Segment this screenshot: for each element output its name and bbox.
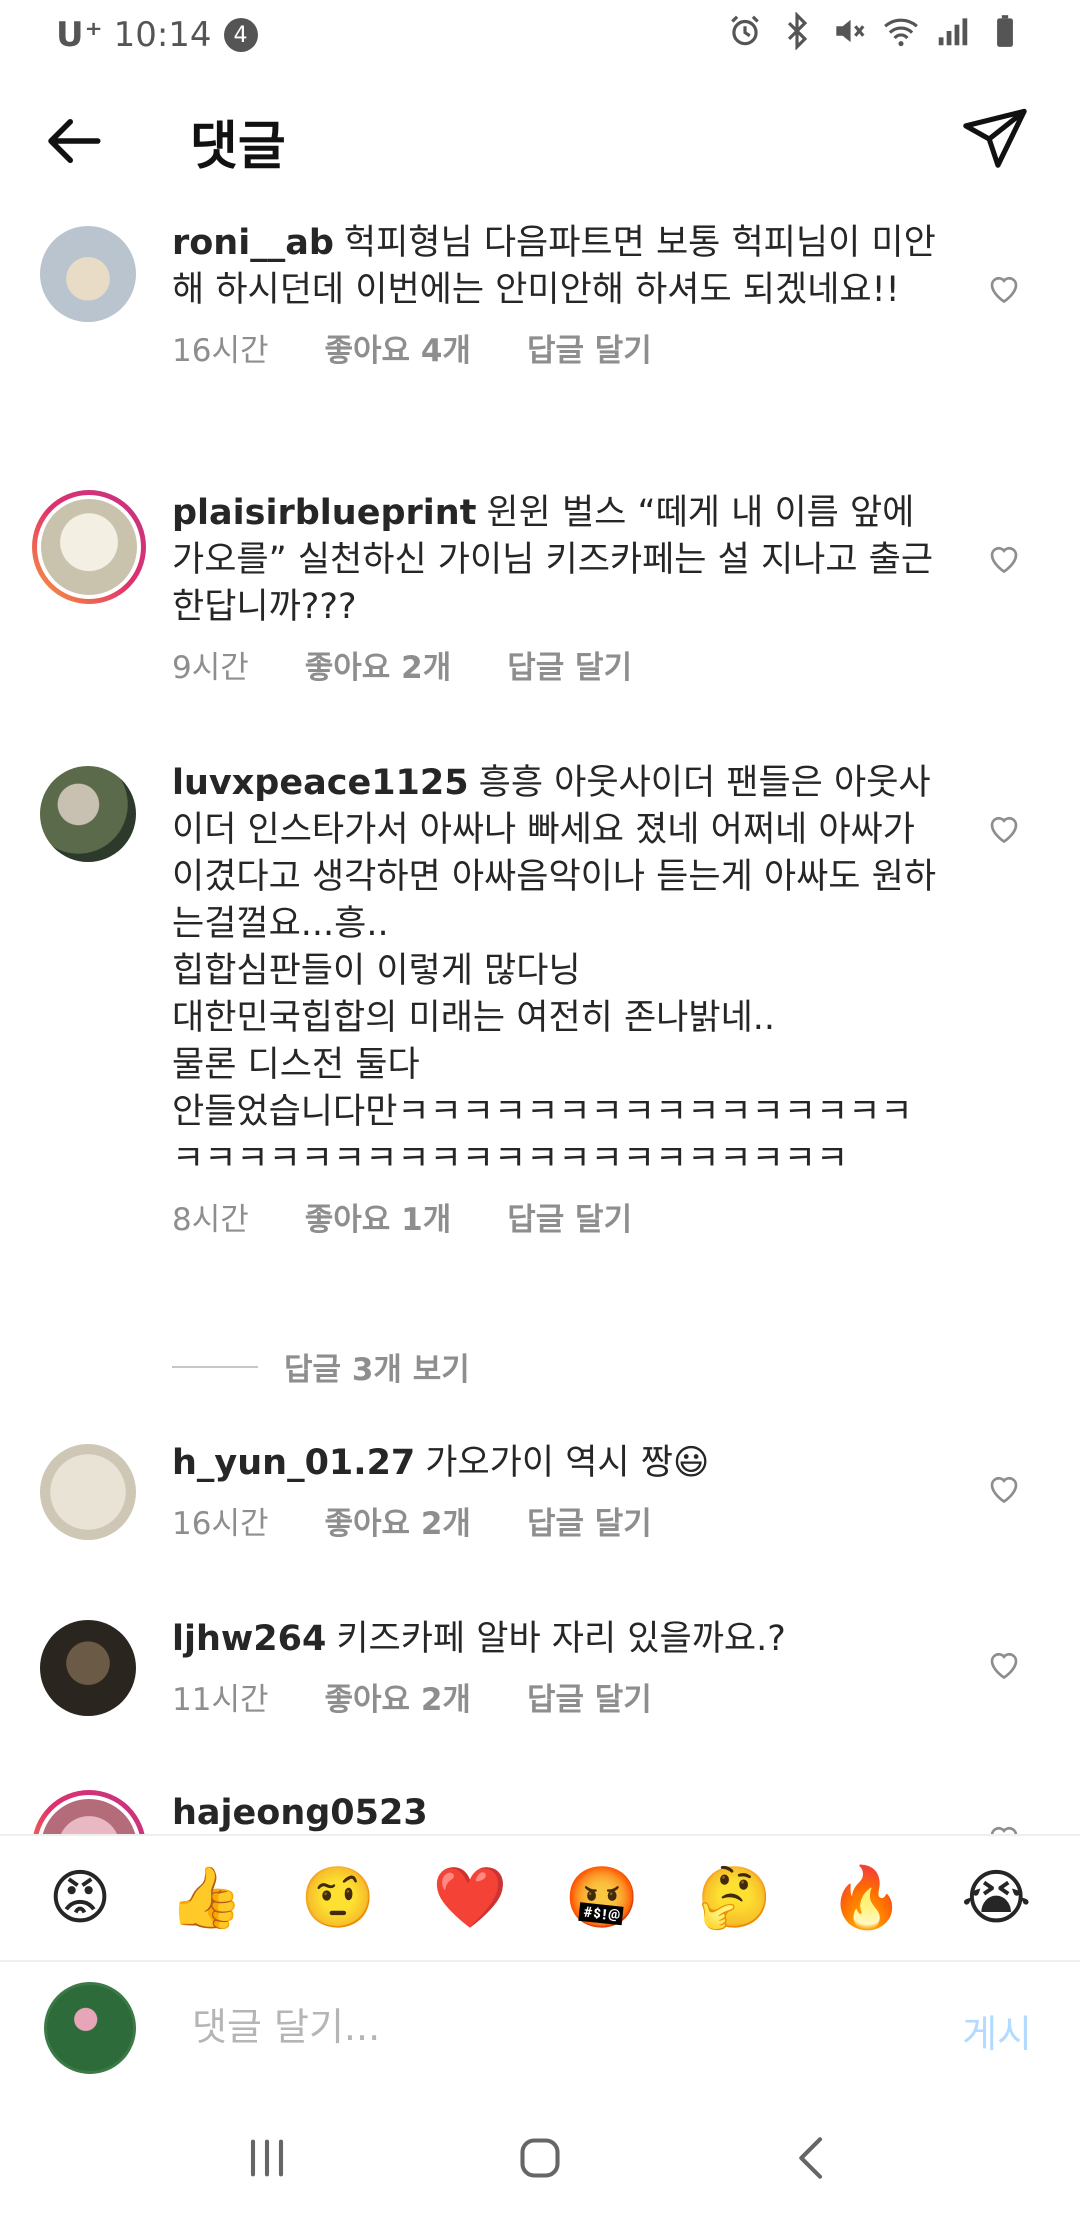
share-button[interactable]: [960, 104, 1030, 174]
system-nav-bar: [0, 2100, 1080, 2220]
emoji-thinking[interactable]: 🤔: [697, 1868, 772, 1928]
heart-icon[interactable]: [986, 1820, 1022, 1834]
comment-text: 가오가이 역시 짱😃: [425, 1443, 710, 1483]
avatar[interactable]: [32, 490, 146, 604]
carrier-label: U⁺: [56, 15, 104, 55]
mute-icon: [830, 12, 868, 59]
comment-text: 흥흥 아웃사이더 팬들은 아웃사이더 인스타가서 아싸나 빠세요 졌네 어쩌네 …: [172, 763, 937, 1179]
comment-likes[interactable]: 좋아요 2개: [325, 1677, 471, 1724]
recent-apps-icon: [250, 2139, 283, 2177]
avatar[interactable]: [40, 766, 136, 862]
emoji-crying[interactable]: 😭: [961, 1868, 1031, 1928]
heart-icon[interactable]: [986, 270, 1022, 306]
status-bar: U⁺ 10:14 4: [0, 0, 1080, 70]
bluetooth-icon: [778, 10, 816, 59]
comment-likes[interactable]: 좋아요 1개: [305, 1197, 451, 1244]
comment-time: 9시간: [172, 650, 249, 686]
recent-apps-button[interactable]: [239, 2130, 295, 2190]
comment-time: 16시간: [172, 333, 269, 369]
signal-icon: [934, 12, 972, 59]
header: 댓글: [0, 90, 1080, 186]
comment-time: 16시간: [172, 1506, 269, 1542]
comment-username[interactable]: plaisirblueprint: [172, 493, 476, 533]
comment-body: plaisirblueprint 윈윈 벌스 “떼게 내 이름 앞에 가오를” 실…: [172, 490, 942, 692]
emoji-raised-eyebrow[interactable]: 🤨: [301, 1868, 376, 1928]
comment-list[interactable]: roni__ab 헉피형님 다음파트면 보통 헉피님이 미안해 하시던데 이번에는…: [0, 200, 1080, 1834]
comment-body: roni__ab 헉피형님 다음파트면 보통 헉피님이 미안해 하시던데 이번에는…: [172, 220, 942, 375]
comment-meta: 8시간 좋아요 1개 답글 달기: [172, 1197, 942, 1244]
avatar[interactable]: [32, 1790, 146, 1834]
heart-icon[interactable]: [986, 1470, 1022, 1506]
heart-icon[interactable]: [986, 540, 1022, 576]
emoji-thumbs-up[interactable]: 👍: [169, 1868, 244, 1928]
home-button[interactable]: [512, 2130, 568, 2190]
reply-button[interactable]: 답글 달기: [527, 328, 652, 375]
comment-body: h_yun_01.27 가오가이 역시 짱😃 16시간 좋아요 2개 답글 달기: [172, 1440, 942, 1548]
emoji-angry[interactable]: 😡: [49, 1868, 112, 1928]
avatar[interactable]: [40, 226, 136, 322]
comment-time: 8시간: [172, 1202, 249, 1238]
arrow-left-icon: [48, 119, 101, 163]
comment-likes[interactable]: 좋아요 2개: [325, 1501, 471, 1548]
emoji-heart[interactable]: ❤️: [433, 1868, 508, 1928]
system-back-button[interactable]: [785, 2130, 841, 2190]
comment-input[interactable]: [190, 1992, 910, 2062]
my-avatar: [44, 1982, 136, 2074]
clock: 10:14: [113, 15, 212, 55]
comment-body: luvxpeace1125 흥흥 아웃사이더 팬들은 아웃사이더 인스타가서 아싸…: [172, 760, 942, 1244]
emoji-quick-bar: 😡 👍 🤨 ❤️ 🤬 🤔 🔥 😭: [0, 1834, 1080, 1962]
comment-composer: 게시: [0, 1962, 1080, 2100]
comment-time: 11시간: [172, 1682, 269, 1718]
emoji-fire[interactable]: 🔥: [829, 1868, 904, 1928]
reply-button[interactable]: 답글 달기: [507, 1197, 632, 1244]
comment-username[interactable]: roni__ab: [172, 223, 334, 263]
avatar[interactable]: [40, 1620, 136, 1716]
reply-button[interactable]: 답글 달기: [527, 1677, 652, 1724]
comment-likes[interactable]: 좋아요 2개: [305, 645, 451, 692]
wifi-icon: [882, 12, 920, 59]
heart-icon[interactable]: [986, 1646, 1022, 1682]
heart-icon[interactable]: [986, 810, 1022, 846]
view-replies-button[interactable]: 답글 3개 보기: [172, 1344, 470, 1389]
reply-button[interactable]: 답글 달기: [527, 1501, 652, 1548]
view-replies-label: 답글 3개 보기: [284, 1352, 470, 1388]
comment-meta: 11시간 좋아요 2개 답글 달기: [172, 1677, 942, 1724]
comment-meta: 9시간 좋아요 2개 답글 달기: [172, 645, 942, 692]
comment-body: hajeong0523: [172, 1790, 942, 1834]
comment-meta: 16시간 좋아요 4개 답글 달기: [172, 328, 942, 375]
alarm-icon: [726, 12, 764, 59]
comment-username[interactable]: luvxpeace1125: [172, 763, 469, 803]
comment-username[interactable]: ljhw264: [172, 1619, 326, 1659]
comment-meta: 16시간 좋아요 2개 답글 달기: [172, 1501, 942, 1548]
page-title: 댓글: [190, 117, 286, 177]
paper-plane-icon: [963, 108, 1027, 168]
back-button[interactable]: [40, 108, 106, 174]
comment-username[interactable]: h_yun_01.27: [172, 1443, 415, 1483]
post-button[interactable]: 게시: [956, 2002, 1038, 2059]
comment-username[interactable]: hajeong0523: [172, 1793, 428, 1833]
comment-text: 키즈카페 알바 자리 있을까요.?: [336, 1619, 786, 1659]
home-icon: [520, 2138, 560, 2178]
notification-count-badge: 4: [223, 18, 258, 52]
battery-icon: [986, 12, 1024, 59]
chevron-left-icon: [799, 2137, 823, 2179]
comment-body: ljhw264 키즈카페 알바 자리 있을까요.? 11시간 좋아요 2개 답글 …: [172, 1616, 942, 1724]
reply-button[interactable]: 답글 달기: [507, 645, 632, 692]
avatar[interactable]: [40, 1444, 136, 1540]
comment-likes[interactable]: 좋아요 4개: [325, 328, 471, 375]
divider: [172, 1365, 258, 1368]
emoji-cursing[interactable]: 🤬: [565, 1868, 640, 1928]
